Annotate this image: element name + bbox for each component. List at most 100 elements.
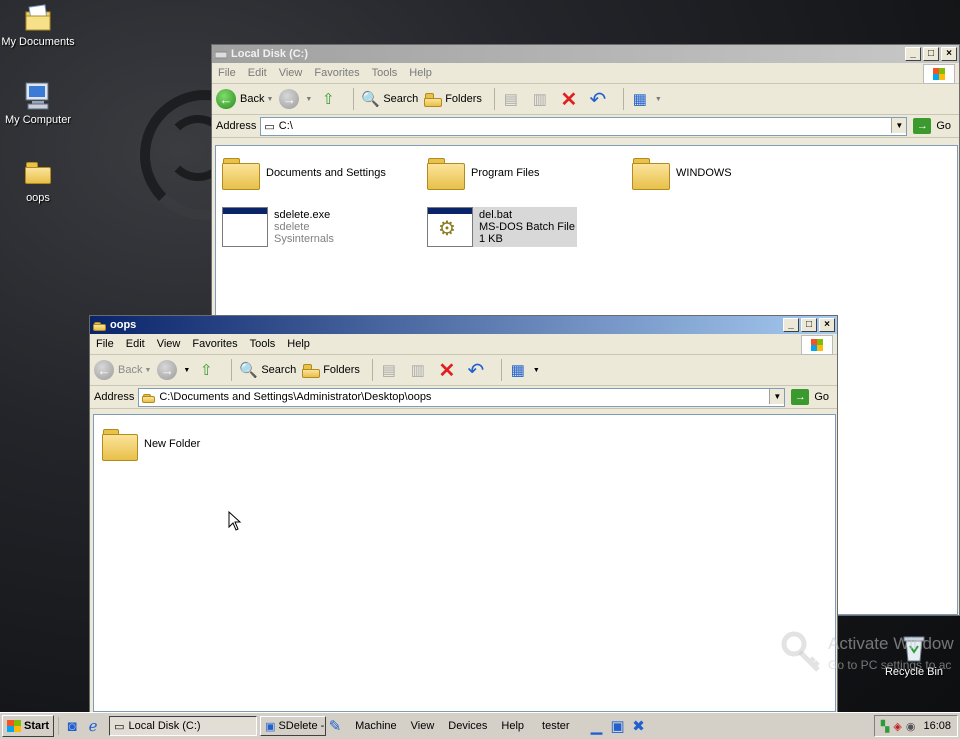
go-arrow-icon: →: [913, 118, 932, 134]
up-folder-button[interactable]: ⇧: [196, 360, 219, 380]
desktop-icon-my-computer[interactable]: My Computer: [0, 80, 76, 126]
views-icon: ▦: [510, 362, 525, 379]
address-dropdown-button[interactable]: ▼: [769, 388, 785, 404]
address-input[interactable]: C:\Documents and Settings\Administrator\…: [138, 387, 786, 407]
menu-favorites[interactable]: Favorites: [186, 338, 243, 350]
up-folder-button[interactable]: ⇧: [318, 89, 341, 109]
menu-tools[interactable]: Tools: [366, 67, 404, 79]
views-button[interactable]: ▦ ▼: [630, 89, 662, 109]
oops-file-view[interactable]: New Folder: [93, 414, 836, 712]
vm-pin-icon: ✎: [328, 718, 342, 735]
forward-button[interactable]: → ▼: [279, 89, 312, 109]
vm-close-icon[interactable]: ✖: [630, 716, 648, 736]
application-icon: [222, 207, 268, 247]
go-button[interactable]: → Go: [791, 389, 829, 405]
speaker-icon[interactable]: ◉: [906, 720, 916, 733]
move-to-icon: ▤: [503, 91, 518, 108]
folder-item-new-folder[interactable]: New Folder: [102, 427, 200, 461]
address-label: Address: [94, 391, 135, 403]
local-disk-menubar: File Edit View Favorites Tools Help: [212, 63, 959, 84]
menu-view[interactable]: View: [151, 338, 187, 350]
dropdown-arrow-icon: ▼: [183, 366, 191, 374]
network-icon[interactable]: ▚: [881, 720, 889, 733]
vm-restore-icon[interactable]: ▣: [609, 716, 627, 736]
vm-menu-help[interactable]: Help: [501, 720, 524, 732]
search-button[interactable]: 🔍 Search: [238, 360, 296, 380]
vm-minimize-icon[interactable]: ▁: [588, 716, 606, 736]
menu-edit[interactable]: Edit: [120, 338, 151, 350]
task-label: SDelete -: [278, 720, 325, 732]
folder-item-windows[interactable]: WINDOWS: [632, 156, 732, 190]
show-desktop-icon[interactable]: ◙: [63, 716, 81, 736]
menu-help[interactable]: Help: [281, 338, 316, 350]
address-input[interactable]: ▭ C:\ ▼: [260, 116, 908, 136]
menu-tools[interactable]: Tools: [244, 338, 282, 350]
desktop-icon-my-documents[interactable]: My Documents: [0, 2, 76, 48]
menu-view[interactable]: View: [273, 67, 309, 79]
file-item-sdelete-exe[interactable]: sdelete.exe sdelete Sysinternals: [222, 207, 334, 247]
local-disk-titlebar[interactable]: Local Disk (C:) _ □ ×: [212, 45, 959, 63]
folder-item-program-files[interactable]: Program Files: [427, 156, 539, 190]
oops-titlebar[interactable]: oops _ □ ×: [90, 316, 837, 334]
internet-explorer-icon[interactable]: ℯ: [84, 716, 102, 736]
my-computer-icon: [22, 80, 54, 112]
menu-help[interactable]: Help: [403, 67, 438, 79]
address-value: C:\Documents and Settings\Administrator\…: [159, 391, 432, 403]
folder-item-documents-and-settings[interactable]: Documents and Settings: [222, 156, 386, 190]
taskbar-separator: [58, 717, 60, 735]
copy-to-button[interactable]: ▥: [408, 360, 431, 380]
taskbar-item-local-disk[interactable]: ▭ Local Disk (C:): [109, 716, 258, 736]
back-button[interactable]: ← Back ▼: [94, 360, 151, 380]
window-title: Local Disk (C:): [231, 48, 309, 60]
views-button[interactable]: ▦ ▼: [508, 360, 540, 380]
desktop-icon-oops[interactable]: oops: [0, 160, 76, 204]
menu-favorites[interactable]: Favorites: [308, 67, 365, 79]
file-item-del-bat[interactable]: ⚙ del.bat MS-DOS Batch File 1 KB: [427, 207, 577, 247]
minimize-button[interactable]: _: [905, 47, 921, 61]
close-button[interactable]: ×: [819, 318, 835, 332]
toolbar-separator: [371, 359, 373, 381]
folder-icon: [142, 392, 156, 403]
address-dropdown-button[interactable]: ▼: [891, 117, 907, 133]
undo-button[interactable]: ↶: [466, 360, 489, 382]
vm-name: tester: [542, 720, 570, 732]
go-label: Go: [936, 120, 951, 132]
security-shield-icon[interactable]: ◈: [893, 720, 901, 733]
move-to-button[interactable]: ▤: [379, 360, 402, 380]
console-icon: ▣: [265, 720, 276, 733]
folders-button[interactable]: Folders: [424, 91, 482, 107]
local-disk-addressbar: Address ▭ C:\ ▼ → Go: [212, 115, 959, 138]
forward-button[interactable]: → ▼: [157, 360, 190, 380]
oops-window[interactable]: oops _ □ × File Edit View Favorites Tool…: [89, 315, 838, 713]
maximize-button[interactable]: □: [923, 47, 939, 61]
folders-button[interactable]: Folders: [302, 362, 360, 378]
dropdown-arrow-icon: ▼: [144, 366, 152, 374]
dropdown-arrow-icon: ▼: [305, 95, 313, 103]
vm-menu-view[interactable]: View: [411, 720, 435, 732]
maximize-button[interactable]: □: [801, 318, 817, 332]
local-disk-toolbar: ← Back ▼ → ▼ ⇧ 🔍 Search Folders ▤ ▥ ✕ ↶ ▦ ▼: [212, 84, 959, 115]
menu-file[interactable]: File: [90, 338, 120, 350]
go-button[interactable]: → Go: [913, 118, 951, 134]
menu-edit[interactable]: Edit: [242, 67, 273, 79]
menu-file[interactable]: File: [212, 67, 242, 79]
search-icon: 🔍: [361, 91, 380, 108]
undo-button[interactable]: ↶: [588, 89, 611, 111]
vm-menu-devices[interactable]: Devices: [448, 720, 487, 732]
taskbar-item-sdelete[interactable]: ▣ SDelete -: [260, 716, 327, 736]
back-button[interactable]: ← Back ▼: [216, 89, 273, 109]
clock[interactable]: 16:08: [923, 720, 951, 732]
folder-icon: [632, 156, 670, 190]
copy-to-button[interactable]: ▥: [530, 89, 553, 109]
delete-button[interactable]: ✕: [437, 360, 460, 382]
vm-menu-machine[interactable]: Machine: [355, 720, 397, 732]
search-button[interactable]: 🔍 Search: [360, 89, 418, 109]
close-button[interactable]: ×: [941, 47, 957, 61]
move-to-button[interactable]: ▤: [501, 89, 524, 109]
minimize-button[interactable]: _: [783, 318, 799, 332]
windows-logo-icon: [801, 335, 833, 355]
item-details: del.bat MS-DOS Batch File 1 KB: [479, 209, 575, 245]
delete-button[interactable]: ✕: [559, 89, 582, 111]
windows-flag-icon: [7, 720, 21, 732]
start-button[interactable]: Start: [2, 715, 55, 737]
